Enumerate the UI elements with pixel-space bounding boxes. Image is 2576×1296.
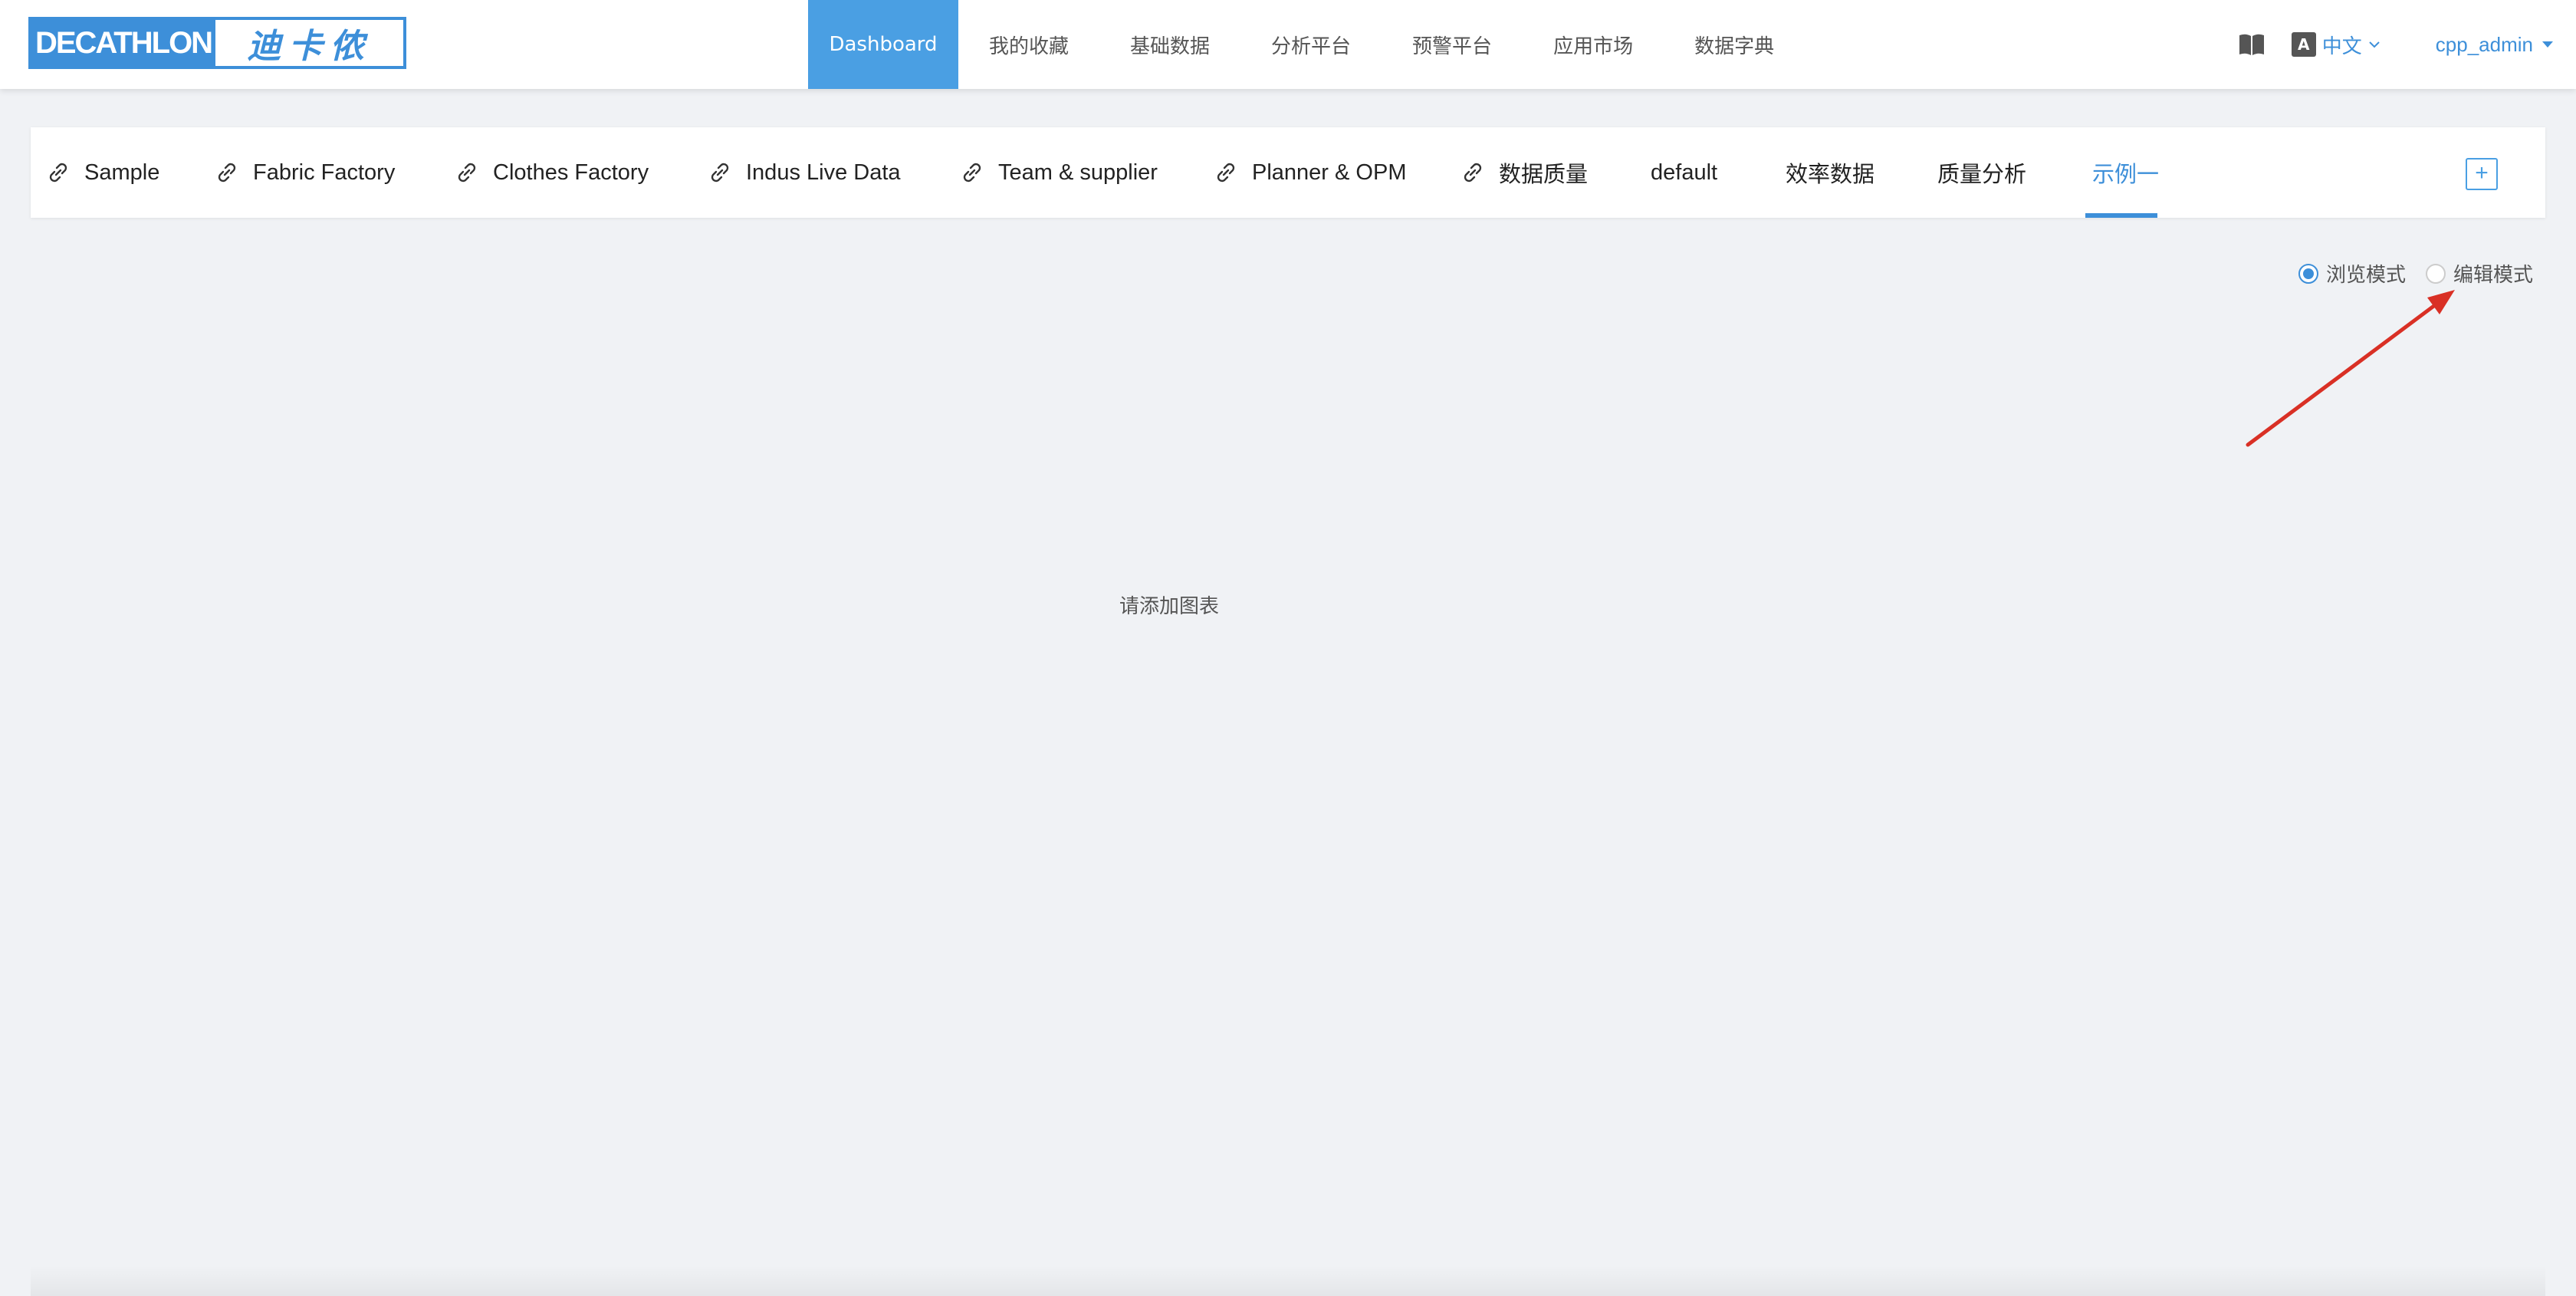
- book-icon[interactable]: [2238, 32, 2266, 57]
- tab-label: 示例一: [2092, 161, 2160, 187]
- tab-label: Clothes Factory: [493, 160, 649, 185]
- caret-down-icon: [2542, 41, 2553, 48]
- link-icon: [458, 163, 476, 183]
- nav-basic-data[interactable]: 基础数据: [1099, 0, 1240, 89]
- bottom-shadow: [31, 1265, 2545, 1296]
- add-tab-button[interactable]: +: [2466, 158, 2498, 190]
- tab-label: Indus Live Data: [746, 160, 901, 185]
- tab-example-one[interactable]: 示例一: [2092, 127, 2159, 218]
- tab-default[interactable]: default: [1651, 127, 1717, 218]
- radio-unchecked-icon[interactable]: [2425, 263, 2446, 284]
- tab-label: Sample: [84, 160, 160, 185]
- logo-text-cn: 迪卡侬: [247, 27, 372, 66]
- username: cpp_admin: [2435, 32, 2533, 56]
- tab-label: Team & supplier: [998, 160, 1158, 185]
- radio-checked-icon[interactable]: [2298, 263, 2318, 284]
- link-icon: [1464, 163, 1482, 183]
- active-tab-indicator: [2085, 213, 2157, 218]
- link-icon: [963, 163, 981, 183]
- tab-efficiency-data[interactable]: 效率数据: [1786, 127, 1875, 218]
- edit-mode-label: 编辑模式: [2453, 264, 2533, 287]
- annotation-arrow-icon: [2246, 290, 2455, 447]
- link-icon: [218, 163, 236, 183]
- language-label: 中文: [2321, 35, 2362, 58]
- language-switcher[interactable]: A 中文: [2291, 31, 2380, 59]
- header-right: A 中文 cpp_admin: [2238, 0, 2553, 89]
- logo-text-en: DECATHLON: [31, 20, 215, 66]
- link-icon: [1217, 163, 1235, 183]
- tab-indus-live-data[interactable]: Indus Live Data: [708, 127, 901, 218]
- empty-dashboard-message: 请添加图表: [1119, 595, 1220, 618]
- tab-label: 数据质量: [1499, 161, 1589, 187]
- nav-favorites[interactable]: 我的收藏: [958, 0, 1099, 89]
- translate-icon: A: [2291, 32, 2316, 57]
- chevron-down-icon: [2369, 41, 2380, 48]
- nav-app-market[interactable]: 应用市场: [1523, 0, 1664, 89]
- nav-data-dictionary[interactable]: 数据字典: [1664, 0, 1805, 89]
- tab-sample[interactable]: Sample: [46, 127, 159, 218]
- link-icon: [711, 163, 729, 183]
- tab-label: Fabric Factory: [253, 160, 396, 185]
- top-header: DECATHLON 迪卡侬 Dashboard 我的收藏 基础数据 分析平台 预…: [0, 0, 2576, 89]
- decathlon-logo[interactable]: DECATHLON 迪卡侬: [28, 17, 406, 69]
- link-icon: [49, 163, 67, 183]
- tab-team-supplier[interactable]: Team & supplier: [960, 127, 1158, 218]
- nav-dashboard[interactable]: Dashboard: [808, 0, 958, 89]
- tab-planner-opm[interactable]: Planner & OPM: [1214, 127, 1406, 218]
- tab-data-quality[interactable]: 数据质量: [1460, 127, 1588, 218]
- tab-quality-analysis[interactable]: 质量分析: [1937, 127, 2026, 218]
- dashboard-tabbar: Sample Fabric Factory Clothes Factory In…: [31, 127, 2545, 218]
- tab-fabric-factory[interactable]: Fabric Factory: [215, 127, 395, 218]
- main-nav: Dashboard 我的收藏 基础数据 分析平台 预警平台 应用市场 数据字典: [808, 0, 1805, 89]
- tab-label: 效率数据: [1786, 161, 1875, 187]
- nav-analysis-platform[interactable]: 分析平台: [1240, 0, 1382, 89]
- nav-alert-platform[interactable]: 预警平台: [1382, 0, 1523, 89]
- tab-label: Planner & OPM: [1252, 160, 1407, 185]
- tab-clothes-factory[interactable]: Clothes Factory: [455, 127, 649, 218]
- tab-label: 质量分析: [1937, 161, 2027, 187]
- tab-label: default: [1651, 160, 1718, 185]
- user-menu[interactable]: cpp_admin: [2436, 33, 2553, 57]
